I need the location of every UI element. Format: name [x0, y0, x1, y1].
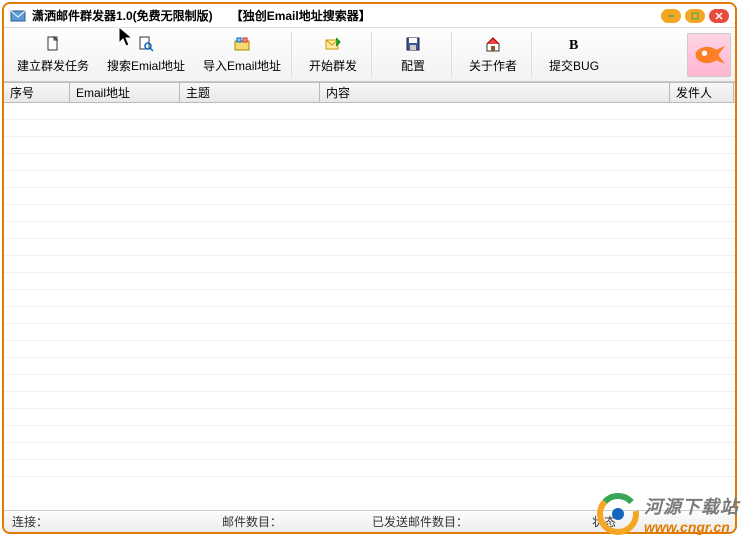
toolbar: 建立群发任务 搜索Emial地址 导入Email地址 开始群发 配置 — [4, 28, 735, 82]
app-icon — [10, 8, 26, 24]
table-row[interactable] — [4, 324, 735, 341]
column-header[interactable]: Email地址 — [70, 83, 180, 102]
home-icon — [484, 35, 502, 53]
table-row[interactable] — [4, 239, 735, 256]
create-task-button[interactable]: 建立群发任务 — [8, 31, 98, 79]
column-header[interactable]: 内容 — [320, 83, 670, 102]
send-mail-icon — [324, 35, 342, 53]
table-row[interactable] — [4, 137, 735, 154]
table-row[interactable] — [4, 120, 735, 137]
table-row[interactable] — [4, 392, 735, 409]
search-email-button[interactable]: 搜索Emial地址 — [98, 31, 194, 79]
toolbar-label: 建立群发任务 — [17, 57, 89, 74]
document-icon — [44, 35, 62, 53]
toolbar-label: 配置 — [401, 57, 425, 74]
import-icon — [233, 35, 251, 53]
table-row[interactable] — [4, 409, 735, 426]
table-row[interactable] — [4, 188, 735, 205]
email-table: 序号Email地址主题内容发件人 — [4, 82, 735, 510]
status-sent-count: 已发送邮件数目： — [372, 513, 592, 530]
toolbar-label: 导入Email地址 — [203, 57, 281, 74]
table-row[interactable] — [4, 341, 735, 358]
search-icon — [137, 35, 155, 53]
table-header: 序号Email地址主题内容发件人 — [4, 83, 735, 103]
table-row[interactable] — [4, 222, 735, 239]
toolbar-label: 提交BUG — [549, 57, 599, 74]
table-row[interactable] — [4, 154, 735, 171]
submit-bug-button[interactable]: B 提交BUG — [536, 31, 612, 79]
bold-b-icon: B — [565, 35, 583, 53]
column-header[interactable]: 主题 — [180, 83, 320, 102]
status-connection: 连接： — [12, 513, 222, 530]
table-row[interactable] — [4, 103, 735, 120]
table-row[interactable] — [4, 358, 735, 375]
config-button[interactable]: 配置 — [376, 31, 452, 79]
minimize-button[interactable] — [661, 9, 681, 23]
table-row[interactable] — [4, 273, 735, 290]
import-email-button[interactable]: 导入Email地址 — [194, 31, 292, 79]
status-state: 状态 — [592, 513, 727, 530]
table-row[interactable] — [4, 171, 735, 188]
column-header[interactable]: 序号 — [4, 83, 70, 102]
column-header[interactable]: 发件人 — [670, 83, 734, 102]
table-row[interactable] — [4, 375, 735, 392]
titlebar: 潇洒邮件群发器1.0(免费无限制版) 【独创Email地址搜索器】 — [4, 4, 735, 28]
svg-text:B: B — [569, 38, 578, 53]
table-row[interactable] — [4, 205, 735, 222]
table-row[interactable] — [4, 307, 735, 324]
table-body[interactable] — [4, 103, 735, 510]
start-send-button[interactable]: 开始群发 — [296, 31, 372, 79]
status-mail-count: 邮件数目： — [222, 513, 372, 530]
app-window: 潇洒邮件群发器1.0(免费无限制版) 【独创Email地址搜索器】 建立群发任务… — [2, 2, 737, 534]
toolbar-label: 关于作者 — [469, 57, 517, 74]
table-row[interactable] — [4, 443, 735, 460]
table-row[interactable] — [4, 426, 735, 443]
toolbar-label: 开始群发 — [309, 57, 357, 74]
save-icon — [404, 35, 422, 53]
brand-logo — [687, 33, 731, 77]
window-title: 潇洒邮件群发器1.0(免费无限制版) — [32, 7, 213, 24]
table-row[interactable] — [4, 256, 735, 273]
table-row[interactable] — [4, 290, 735, 307]
about-author-button[interactable]: 关于作者 — [456, 31, 532, 79]
toolbar-label: 搜索Emial地址 — [107, 57, 185, 74]
statusbar: 连接： 邮件数目： 已发送邮件数目： 状态 — [4, 510, 735, 532]
window-subtitle: 【独创Email地址搜索器】 — [231, 7, 371, 24]
close-button[interactable] — [709, 9, 729, 23]
table-row[interactable] — [4, 460, 735, 477]
maximize-button[interactable] — [685, 9, 705, 23]
